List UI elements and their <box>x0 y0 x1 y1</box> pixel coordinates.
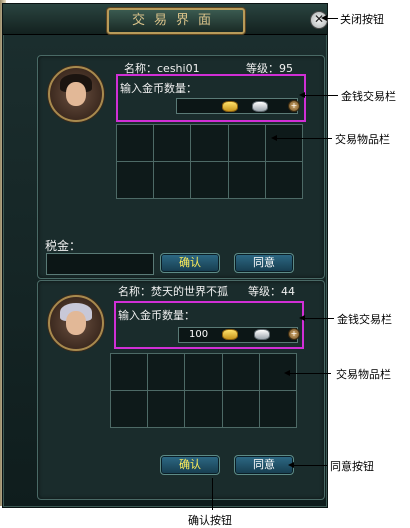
trade-window: 交易界面 ✕ 名称：ceshi01 等级：95 输入金币数量： + 税金： 确认… <box>2 3 328 508</box>
self-avatar <box>48 66 104 122</box>
self-money-label: 输入金币数量： <box>120 82 197 95</box>
item-slot[interactable] <box>111 354 149 391</box>
title-frame: 交易界面 <box>107 8 245 34</box>
self-agree-button[interactable]: 同意 <box>234 253 294 273</box>
item-slot[interactable] <box>222 354 260 391</box>
other-level: 等级：44 <box>248 285 295 298</box>
item-slot[interactable] <box>111 391 149 428</box>
items-annotation-line-bottom <box>289 373 331 374</box>
close-button-annotation: 关闭按钮 <box>340 13 384 26</box>
tax-input[interactable] <box>46 253 154 275</box>
other-agree-button[interactable]: 同意 <box>234 455 294 475</box>
money-bar-annotation-bottom: 金钱交易栏 <box>337 313 392 326</box>
arrow-icon <box>271 135 277 141</box>
item-slot[interactable] <box>154 125 192 162</box>
silver-icon <box>254 329 270 340</box>
money-bar-annotation-top: 金钱交易栏 <box>341 90 396 103</box>
arrow-icon <box>299 92 305 98</box>
item-slot[interactable] <box>117 125 155 162</box>
item-slot[interactable] <box>154 162 192 199</box>
gold-icon <box>222 101 238 112</box>
agree-annotation-line <box>293 465 327 466</box>
other-money-input[interactable]: 100 <box>178 327 298 343</box>
window-title: 交易界面 <box>131 13 220 28</box>
other-avatar <box>48 295 104 351</box>
arrow-icon <box>284 370 290 376</box>
items-bar-annotation-bottom: 交易物品栏 <box>336 368 391 381</box>
other-item-grid <box>110 353 297 428</box>
item-slot[interactable] <box>228 125 266 162</box>
item-slot[interactable] <box>228 162 266 199</box>
item-slot[interactable] <box>148 354 186 391</box>
arrow-icon <box>288 462 294 468</box>
agree-button-annotation: 同意按钮 <box>330 460 374 473</box>
item-slot[interactable] <box>191 125 229 162</box>
other-confirm-button[interactable]: 确认 <box>160 455 220 475</box>
arrow-icon <box>321 15 327 21</box>
item-slot[interactable] <box>259 391 297 428</box>
item-slot[interactable] <box>185 354 223 391</box>
money-annotation-line-bottom <box>304 318 334 319</box>
other-money-value: 100 <box>189 329 209 340</box>
items-annotation-line-top <box>276 138 332 139</box>
other-name: 名称：焚天的世界不孤 <box>118 285 228 298</box>
add-money-icon[interactable]: + <box>288 328 300 340</box>
add-money-icon[interactable]: + <box>288 100 300 112</box>
item-slot[interactable] <box>185 391 223 428</box>
item-slot[interactable] <box>222 391 260 428</box>
silver-icon <box>252 101 268 112</box>
confirm-annotation-line <box>212 478 213 510</box>
item-slot[interactable] <box>191 162 229 199</box>
gold-icon <box>222 329 238 340</box>
confirm-button-annotation: 确认按钮 <box>188 514 232 527</box>
item-slot[interactable] <box>265 162 303 199</box>
item-slot[interactable] <box>117 162 155 199</box>
money-annotation-line-top <box>304 95 338 96</box>
arrow-icon <box>299 315 305 321</box>
self-confirm-button[interactable]: 确认 <box>160 253 220 273</box>
title-bar[interactable]: 交易界面 ✕ <box>3 4 328 35</box>
item-slot[interactable] <box>148 391 186 428</box>
item-slot[interactable] <box>265 125 303 162</box>
tax-label: 税金： <box>45 239 82 253</box>
items-bar-annotation-top: 交易物品栏 <box>335 133 390 146</box>
other-money-label: 输入金币数量： <box>118 309 195 322</box>
close-annotation-line <box>326 18 338 19</box>
